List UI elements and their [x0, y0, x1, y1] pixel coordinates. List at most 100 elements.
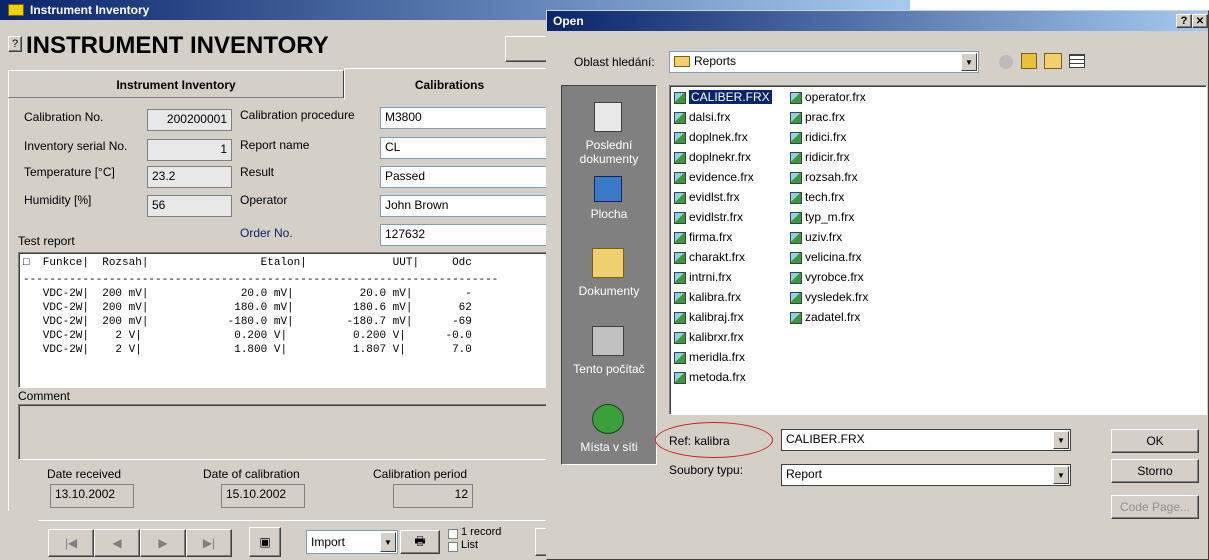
back-icon[interactable] [999, 55, 1013, 69]
file-item[interactable]: meridla.frx [674, 348, 745, 366]
file-item[interactable]: charakt.frx [674, 248, 745, 266]
import-dropdown-icon[interactable]: ▼ [380, 532, 396, 552]
file-item[interactable]: doplnek.frx [674, 128, 748, 146]
dialog-close-button[interactable]: ✕ [1192, 14, 1208, 28]
look-in-dropdown-icon[interactable]: ▼ [961, 53, 977, 71]
record-checkbox[interactable] [448, 529, 458, 539]
file-item[interactable]: kalibra.frx [674, 288, 741, 306]
file-name: tech.frx [805, 190, 845, 204]
file-name: velicina.frx [805, 250, 862, 264]
place-documents[interactable]: Dokumenty [562, 248, 656, 308]
print-icon[interactable]: 🖶 [400, 530, 440, 554]
cancel-button[interactable]: Storno [1111, 459, 1199, 483]
place-network[interactable]: Místa v síti [562, 404, 656, 464]
order-no-field[interactable]: 127632 [380, 224, 555, 246]
calibration-procedure-field[interactable]: M3800 [380, 107, 555, 129]
new-folder-icon[interactable] [1044, 53, 1062, 69]
date-of-calibration-field[interactable]: 15.10.2002 [221, 484, 305, 508]
file-item[interactable]: intrni.frx [674, 268, 732, 286]
file-item[interactable]: ridici.frx [790, 128, 846, 146]
up-folder-icon[interactable] [1021, 53, 1037, 69]
file-item[interactable]: dalsi.frx [674, 108, 730, 126]
file-list[interactable]: CALIBER.FRX dalsi.frx doplnek.frx doplnekr.… [669, 85, 1207, 415]
file-item[interactable]: typ_m.frx [790, 208, 854, 226]
filename-select[interactable]: CALIBER.FRX ▼ [781, 429, 1071, 451]
code-page-button[interactable]: Code Page... [1111, 495, 1199, 519]
file-item[interactable]: rozsah.frx [790, 168, 858, 186]
file-item[interactable]: uziv.frx [790, 228, 842, 246]
place-recent-label: Poslední dokumenty [579, 138, 639, 166]
place-computer[interactable]: Tento počítač [562, 326, 656, 386]
tab-calibrations[interactable]: Calibrations [344, 68, 554, 100]
date-received-field[interactable]: 13.10.2002 [50, 484, 134, 508]
file-name: doplnekr.frx [689, 150, 752, 164]
calibration-no-field[interactable]: 200200001 [147, 109, 232, 131]
file-item[interactable]: velicina.frx [790, 248, 862, 266]
file-name: kalibra.frx [689, 290, 742, 304]
place-desktop-label: Plocha [590, 207, 628, 221]
dialog-title-bar[interactable]: Open [547, 11, 1208, 31]
file-item[interactable]: zadatel.frx [790, 308, 860, 326]
temperature-label: Temperature [°C] [24, 165, 115, 179]
file-item[interactable]: tech.frx [790, 188, 844, 206]
binoculars-icon[interactable]: ▣ [249, 527, 281, 557]
file-item[interactable]: kalibrxr.frx [674, 328, 744, 346]
humidity-label: Humidity [%] [24, 193, 92, 207]
file-item[interactable]: evidlst.frx [674, 188, 740, 206]
test-report-panel[interactable]: □ Funkce| Rozsah| Etalon| UUT| Odc ------… [18, 252, 563, 388]
file-item[interactable]: kalibraj.frx [674, 308, 744, 326]
operator-field[interactable]: John Brown [380, 195, 555, 217]
file-item[interactable]: operator.frx [790, 88, 866, 106]
file-name: firma.frx [689, 230, 733, 244]
file-item[interactable]: vyrobce.frx [790, 268, 864, 286]
humidity-field[interactable]: 56 [147, 195, 232, 217]
order-no-label: Order No. [240, 226, 293, 240]
report-file-icon [790, 231, 802, 244]
record-text: 1 record [461, 526, 502, 538]
filetype-select[interactable]: Report ▼ [781, 464, 1071, 486]
tab-instrument-inventory[interactable]: Instrument Inventory [8, 70, 344, 98]
file-name: prac.frx [805, 110, 846, 124]
last-record-icon[interactable]: ▶| [186, 529, 232, 557]
file-name: charakt.frx [689, 250, 746, 264]
file-name: kalibraj.frx [689, 310, 744, 324]
list-checkbox[interactable] [448, 542, 458, 552]
result-field[interactable]: Passed [380, 166, 555, 188]
report-line: □ Funkce| Rozsah| Etalon| UUT| Odc [23, 257, 472, 269]
temperature-field[interactable]: 23.2 [147, 166, 232, 188]
dialog-help-button[interactable]: ? [1176, 14, 1192, 28]
place-computer-label: Tento počítač [573, 362, 645, 376]
file-item[interactable]: evidence.frx [674, 168, 754, 186]
look-in-select[interactable]: Reports ▼ [669, 51, 979, 73]
previous-record-icon[interactable]: ◀ [94, 529, 140, 557]
filetype-dropdown-icon[interactable]: ▼ [1053, 466, 1069, 484]
file-item[interactable]: prac.frx [790, 108, 845, 126]
comment-field[interactable] [18, 404, 563, 460]
ok-button[interactable]: OK [1111, 429, 1199, 453]
test-report-label: Test report [18, 234, 75, 248]
file-item[interactable]: doplnekr.frx [674, 148, 751, 166]
place-recent[interactable]: Poslední dokumenty [562, 98, 656, 168]
report-name-field[interactable]: CL [380, 137, 555, 159]
help-icon[interactable]: ? [8, 36, 22, 52]
file-item[interactable]: metoda.frx [674, 368, 746, 386]
filename-dropdown-icon[interactable]: ▼ [1053, 431, 1069, 449]
place-desktop[interactable]: Plocha [562, 176, 656, 236]
report-file-icon [674, 111, 686, 124]
place-network-label: Místa v síti [580, 440, 638, 454]
inventory-serial-field[interactable]: 1 [147, 139, 232, 161]
view-menu-icon[interactable] [1069, 54, 1085, 68]
file-item[interactable]: evidlstr.frx [674, 208, 743, 226]
file-item[interactable]: ridicir.frx [790, 148, 850, 166]
next-record-icon[interactable]: ▶ [140, 529, 186, 557]
file-item[interactable]: CALIBER.FRX [674, 88, 773, 106]
report-file-icon [674, 371, 686, 384]
report-line: VDC-2W| 2 V| 1.800 V| 1.807 V| 7.0 [23, 344, 472, 356]
file-name: dalsi.frx [689, 110, 731, 124]
import-select[interactable]: Import ▼ [306, 530, 398, 554]
file-name: intrni.frx [689, 270, 732, 284]
calibration-period-field[interactable]: 12 [393, 484, 473, 508]
first-record-icon[interactable]: |◀ [48, 529, 94, 557]
file-item[interactable]: vysledek.frx [790, 288, 868, 306]
file-item[interactable]: firma.frx [674, 228, 732, 246]
